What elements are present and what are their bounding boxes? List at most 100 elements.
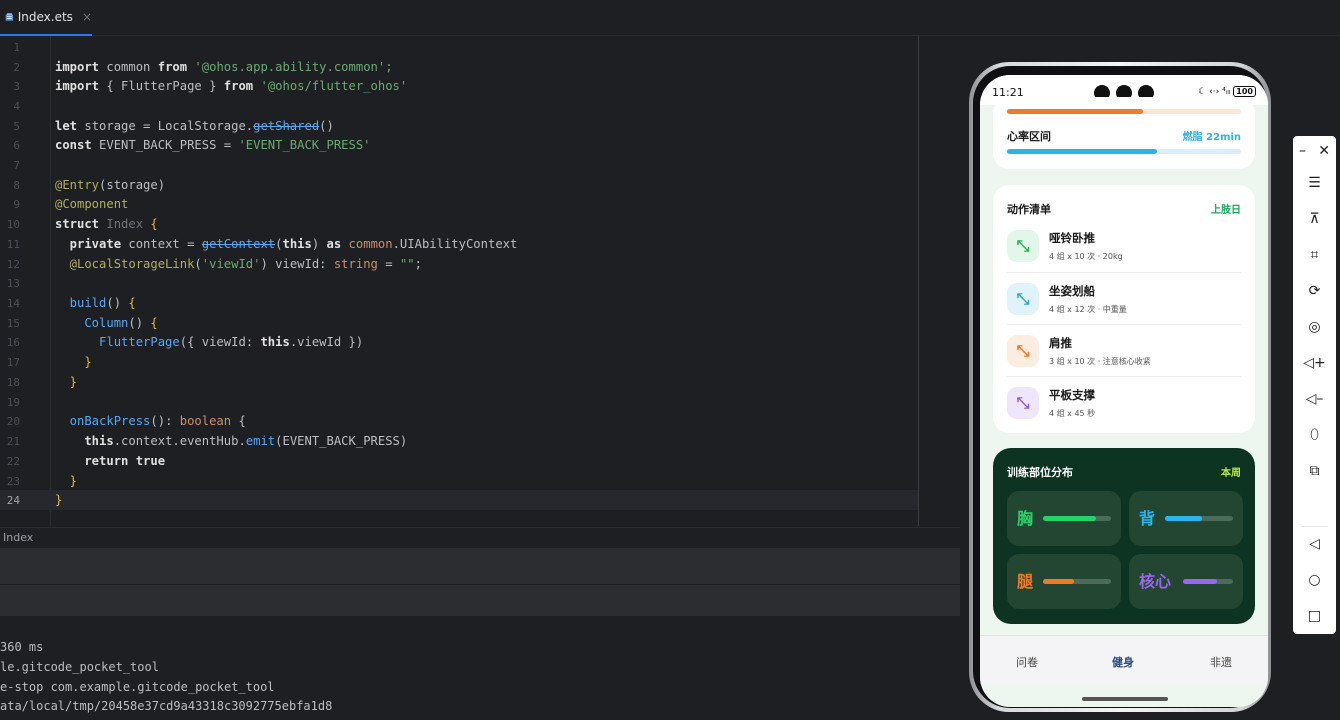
pin-top-icon[interactable]: ⊼ xyxy=(1293,206,1336,232)
list-item[interactable]: ⤡ 肩推 3 组 x 10 次 · 注意核心收紧 xyxy=(1007,324,1241,376)
code-line-6: 6 const EVENT_BACK_PRESS = 'EVENT_BACK_PR… xyxy=(0,135,918,155)
code-token: this xyxy=(260,335,290,349)
code-token: "" xyxy=(399,257,415,271)
list-item[interactable]: ⤡ 坐姿划船 4 组 x 12 次 · 中重量 xyxy=(1007,272,1241,324)
code-line-4: 4 xyxy=(0,96,918,116)
home-indicator[interactable] xyxy=(1082,697,1168,701)
list-item[interactable]: ⤡ 平板支撑 4 组 x 45 秒 xyxy=(1007,376,1241,428)
status-icons: ☾ ‹·› ⁴ᵢₗₗ 100 xyxy=(1198,86,1256,97)
fold-icon[interactable]: ⧉ xyxy=(1293,458,1336,484)
line-number: 11 xyxy=(6,237,20,251)
tile-label: 腿 xyxy=(1017,572,1034,591)
line-number: 18 xyxy=(6,375,20,389)
home-icon[interactable]: ○ xyxy=(1293,567,1336,593)
line-number: 10 xyxy=(6,217,20,231)
tile-back[interactable]: 背 xyxy=(1129,491,1243,546)
code-line-18: 18 } xyxy=(0,372,918,392)
tile-track xyxy=(1043,516,1111,521)
volume-down-icon[interactable]: ◁– xyxy=(1293,386,1336,412)
tab-index-ets[interactable]: Index.ets × xyxy=(0,0,92,36)
code-token: .UIAbilityContext xyxy=(392,237,518,251)
tile-legs[interactable]: 腿 xyxy=(1007,554,1121,609)
line-number: 2 xyxy=(13,60,20,74)
nav-tab-fitness[interactable]: 健身 xyxy=(1112,654,1134,670)
code-line-9: 9 @Component xyxy=(0,194,918,214)
phone-bezel: 11:21 ☾ ‹·› ⁴ᵢₗₗ 100 心率区间 燃脂 22min 动作清单 … xyxy=(973,66,1268,708)
burn-label: 燃脂 22min xyxy=(1182,132,1241,143)
code-token: } xyxy=(55,493,63,507)
phone-screen[interactable]: 11:21 ☾ ‹·› ⁴ᵢₗₗ 100 心率区间 燃脂 22min 动作清单 … xyxy=(980,75,1268,707)
heart-rate-label: 心率区间 xyxy=(1007,130,1051,143)
ets-file-icon xyxy=(5,13,14,21)
tile-label: 背 xyxy=(1139,509,1156,528)
code-token: getShared xyxy=(253,119,320,133)
exercise-name: 坐姿划船 xyxy=(1049,284,1095,298)
code-token: @Entry xyxy=(55,178,100,192)
arrows-icon: ⤡ xyxy=(1007,335,1039,367)
line-number: 21 xyxy=(6,434,20,448)
arrows-icon: ⤡ xyxy=(1007,230,1039,262)
training-distribution-card: 训练部位分布 本周 胸 背 腿 核心 xyxy=(993,448,1255,624)
code-token: (EVENT_BACK_PRESS) xyxy=(275,434,408,448)
crop-icon[interactable]: ⌗ xyxy=(1293,242,1336,268)
line-number: 12 xyxy=(6,257,20,271)
code-line-2: 2 import common from '@ohos.app.ability.c… xyxy=(0,57,918,77)
log-line: 360 ms xyxy=(0,640,44,654)
tile-core[interactable]: 核心 xyxy=(1129,554,1243,609)
code-line-14: 14 build() { xyxy=(0,293,918,313)
code-line-1: 1 xyxy=(0,37,918,57)
code-token: { xyxy=(150,316,158,330)
volume-up-icon[interactable]: ◁+ xyxy=(1293,350,1336,376)
code-token: from xyxy=(157,60,188,74)
minimize-icon[interactable]: – xyxy=(1299,143,1306,159)
tab-close-icon[interactable]: × xyxy=(82,10,92,24)
upper-body-day-link[interactable]: 上肢日 xyxy=(1211,201,1241,216)
list-item[interactable]: ⤡ 哑铃卧推 4 组 x 10 次 · 20kg xyxy=(1007,220,1241,272)
tile-chest[interactable]: 胸 xyxy=(1007,491,1121,546)
code-token: { xyxy=(128,296,136,310)
back-icon[interactable]: ◁ xyxy=(1293,531,1336,557)
toolbar-divider xyxy=(1301,526,1328,527)
code-token: '@ohos/flutter_ohos' xyxy=(253,79,408,93)
rotate-icon[interactable]: ⟳ xyxy=(1293,278,1336,304)
code-token: ( xyxy=(275,237,283,251)
line-number: 9 xyxy=(13,197,20,211)
code-token: = xyxy=(377,257,400,271)
right-margin-guide xyxy=(918,36,919,526)
code-token: { xyxy=(231,414,246,428)
code-token: { xyxy=(150,217,158,231)
code-token: let xyxy=(55,119,78,133)
exercise-name: 平板支撑 xyxy=(1049,388,1095,402)
exercise-detail: 4 组 x 45 秒 xyxy=(1049,409,1096,418)
line-number: 17 xyxy=(6,355,20,369)
nav-tab-heritage[interactable]: 非遗 xyxy=(1210,654,1232,670)
exercise-list-card: 动作清单 上肢日 ⤡ 哑铃卧推 4 组 x 10 次 · 20kg ⤡ 坐姿划船… xyxy=(993,185,1255,433)
code-token: () xyxy=(319,119,334,133)
nav-tab-questionnaire[interactable]: 问卷 xyxy=(1016,654,1038,670)
code-token: .viewId }) xyxy=(289,335,364,349)
log-line: e-stop com.example.gitcode_pocket_tool xyxy=(0,680,275,694)
code-token: const xyxy=(55,138,92,152)
tile-label: 核心 xyxy=(1139,572,1172,591)
code-line-16: 16 FlutterPage({ viewId: this .viewId }) xyxy=(0,332,918,352)
menu-icon[interactable]: ☰ xyxy=(1293,170,1336,196)
screenshot-icon[interactable]: ◎ xyxy=(1293,314,1336,340)
code-token: emit xyxy=(245,434,276,448)
shake-icon[interactable]: ⬯ xyxy=(1293,422,1336,448)
tile-fill xyxy=(1043,516,1097,521)
this-week-link[interactable]: 本周 xyxy=(1221,464,1241,479)
recents-icon[interactable]: □ xyxy=(1293,603,1336,629)
log-line: le.gitcode_pocket_tool xyxy=(0,660,159,674)
code-line-22: 22 return true xyxy=(0,451,918,471)
breadcrumb[interactable]: Index xyxy=(0,527,960,547)
tile-track xyxy=(1043,579,1111,584)
heart-rate-fill xyxy=(1007,149,1157,154)
close-icon[interactable]: ✕ xyxy=(1318,143,1330,159)
code-token: (storage) xyxy=(99,178,166,192)
code-token: as xyxy=(326,237,342,251)
code-token: ; xyxy=(414,257,422,271)
line-number: 23 xyxy=(6,474,20,488)
exercise-detail: 4 组 x 10 次 · 20kg xyxy=(1049,252,1123,261)
code-line-5: 5 let storage = LocalStorage. getShared() xyxy=(0,116,918,136)
